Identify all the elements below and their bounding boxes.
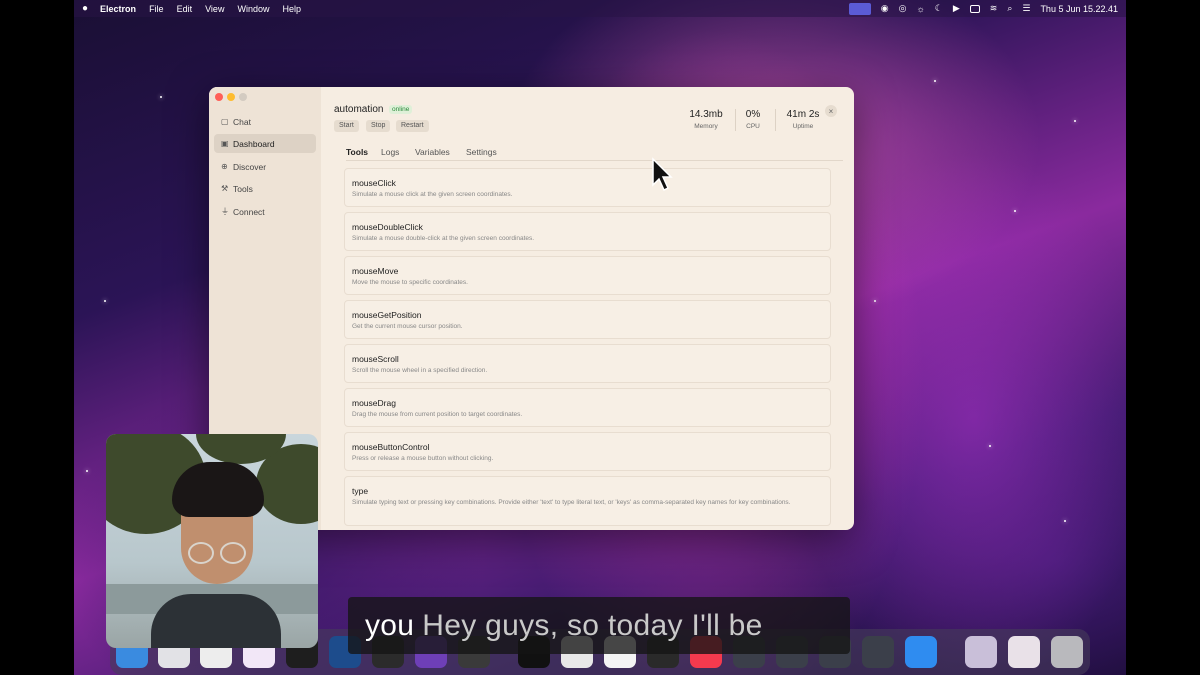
apple-icon[interactable]: ● — [82, 3, 88, 14]
chat-bubble-icon: ▢ — [221, 117, 229, 126]
stat-divider — [775, 109, 776, 131]
folder-icon[interactable] — [965, 636, 997, 668]
safari-icon[interactable] — [905, 636, 937, 668]
tool-name: mouseDoubleClick — [352, 222, 423, 232]
tool-name: type — [352, 486, 369, 496]
tool-description: Drag the mouse from current position to … — [352, 411, 523, 418]
menu-view[interactable]: View — [205, 4, 224, 14]
trash-icon[interactable] — [1051, 636, 1083, 668]
mouse-cursor-icon — [652, 157, 673, 192]
menu-edit[interactable]: Edit — [177, 4, 193, 14]
wifi-icon[interactable]: ≋ — [990, 3, 998, 14]
memory-label: Memory — [694, 123, 718, 130]
memory-value: 14.3mb — [689, 109, 723, 120]
tool-description: Simulate typing text or pressing key com… — [352, 499, 791, 506]
tool-card[interactable]: mouseClick Simulate a mouse click at the… — [344, 168, 831, 207]
main-content: automation online Start Stop Restart 14.… — [321, 87, 854, 530]
stop-button[interactable]: Stop — [366, 120, 391, 132]
tool-description: Scroll the mouse wheel in a specified di… — [352, 367, 488, 374]
menubar-clock[interactable]: Thu 5 Jun 15.22.41 — [1040, 4, 1118, 14]
app-menu[interactable]: Electron — [100, 4, 136, 14]
wrench-icon: ⚒ — [221, 184, 229, 193]
cpu-label: CPU — [746, 123, 760, 130]
tool-name: mouseClick — [352, 178, 396, 188]
tab-logs[interactable]: Logs — [381, 147, 399, 157]
tool-card[interactable]: mouseDrag Drag the mouse from current po… — [344, 388, 831, 427]
record-icon[interactable]: ◉ — [881, 3, 889, 14]
menu-file[interactable]: File — [149, 4, 164, 14]
tool-card[interactable]: type Simulate typing text or pressing ke… — [344, 476, 831, 526]
dashboard-icon: ▣ — [221, 139, 229, 148]
caption-current-word: you — [365, 608, 415, 642]
tool-card[interactable]: mouseScroll Scroll the mouse wheel in a … — [344, 344, 831, 383]
sidebar-item-dashboard[interactable]: ▣ Dashboard — [214, 134, 316, 153]
sidebar-item-label: Tools — [233, 183, 253, 194]
folder-icon[interactable] — [1008, 636, 1040, 668]
sidebar-item-discover[interactable]: ⊕ Discover — [214, 157, 316, 176]
tab-divider — [346, 160, 843, 161]
close-window-button[interactable] — [215, 93, 223, 101]
electron-icon[interactable] — [862, 636, 894, 668]
sidebar-item-label: Chat — [233, 116, 251, 127]
brightness-icon[interactable]: ☼ — [917, 4, 925, 14]
tool-description: Move the mouse to specific coordinates. — [352, 279, 468, 286]
tool-name: mouseScroll — [352, 354, 399, 364]
search-icon[interactable]: ⌕ — [1007, 3, 1012, 14]
sidebar-item-tools[interactable]: ⚒ Tools — [214, 179, 316, 198]
sidebar-item-label: Discover — [233, 161, 267, 172]
tool-description: Simulate a mouse click at the given scre… — [352, 191, 513, 198]
tool-name: mouseMove — [352, 266, 399, 276]
tool-card[interactable]: mouseDoubleClick Simulate a mouse double… — [344, 212, 831, 251]
cpu-value: 0% — [745, 109, 761, 120]
sidebar-item-label: Connect — [233, 206, 265, 217]
tool-card[interactable]: mouseButtonControl Press or release a mo… — [344, 432, 831, 471]
stat-divider — [735, 109, 736, 131]
tool-description: Press or release a mouse button without … — [352, 455, 494, 462]
control-center-icon[interactable]: ☰ — [1022, 3, 1030, 14]
minimize-window-button[interactable] — [227, 93, 235, 101]
menu-bar: ● Electron File Edit View Window Help ◉ … — [74, 0, 1126, 17]
tool-name: mouseButtonControl — [352, 442, 430, 452]
sidebar-item-label: Dashboard — [233, 138, 275, 149]
zoom-window-button[interactable] — [239, 93, 247, 101]
battery-icon[interactable] — [969, 4, 980, 13]
globe-icon: ⊕ — [221, 162, 228, 171]
tab-variables[interactable]: Variables — [415, 147, 450, 157]
sidebar-item-chat[interactable]: ▢ Chat — [214, 112, 316, 131]
close-icon[interactable]: × — [825, 105, 837, 117]
moon-icon[interactable]: ☾ — [935, 3, 943, 14]
plug-icon: ⏚ — [221, 207, 229, 216]
focus-icon[interactable]: ◎ — [899, 3, 907, 14]
restart-button[interactable]: Restart — [396, 120, 429, 132]
tab-tools[interactable]: Tools — [346, 147, 368, 157]
start-button[interactable]: Start — [334, 120, 359, 132]
play-icon[interactable]: ▶ — [953, 3, 960, 14]
status-badge: online — [389, 105, 413, 114]
menu-help[interactable]: Help — [282, 4, 301, 14]
page-title: automation — [334, 104, 384, 115]
tool-card[interactable]: mouseGetPosition Get the current mouse c… — [344, 300, 831, 339]
tool-description: Get the current mouse cursor position. — [352, 323, 463, 330]
sidebar-item-connect[interactable]: ⏚ Connect — [214, 202, 316, 221]
screen-share-icon[interactable] — [848, 2, 871, 15]
webcam-overlay — [106, 434, 318, 648]
tool-name: mouseDrag — [352, 398, 396, 408]
menu-window[interactable]: Window — [237, 4, 269, 14]
subtitle-caption: you Hey guys, so today I'll be — [348, 597, 850, 654]
tool-description: Simulate a mouse double-click at the giv… — [352, 235, 535, 242]
caption-text: Hey guys, so today I'll be — [422, 608, 763, 642]
uptime-value: 41m 2s — [786, 109, 820, 120]
uptime-label: Uptime — [792, 123, 814, 130]
tab-settings[interactable]: Settings — [466, 147, 497, 157]
tool-card[interactable]: mouseMove Move the mouse to specific coo… — [344, 256, 831, 295]
tool-name: mouseGetPosition — [352, 310, 422, 320]
